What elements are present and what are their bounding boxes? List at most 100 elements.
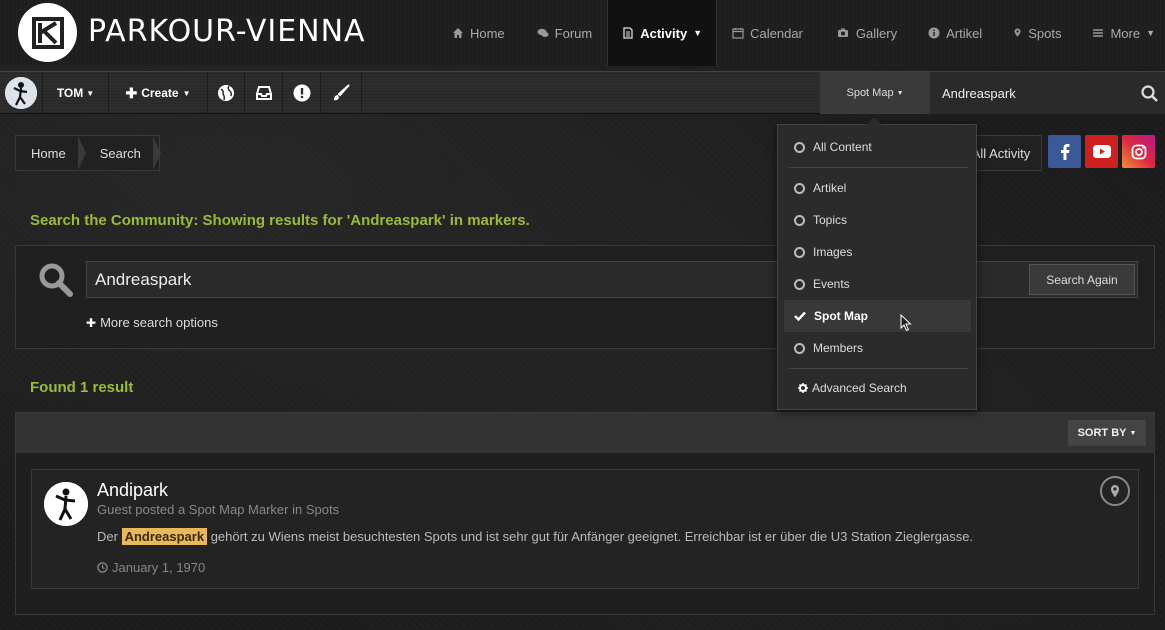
nav-more[interactable]: More ▼ bbox=[1079, 0, 1165, 66]
nav-activity[interactable]: Activity ▼ bbox=[607, 0, 718, 66]
result-title[interactable]: Andipark bbox=[97, 480, 168, 501]
inbox-icon bbox=[255, 86, 272, 100]
scope-option-label: Members bbox=[813, 341, 864, 355]
result-snippet: Der Andreaspark gehört zu Wiens meist be… bbox=[97, 528, 974, 545]
parkour-figure-icon bbox=[5, 77, 37, 109]
sort-by-button[interactable]: SORT BY ▼ bbox=[1068, 420, 1146, 446]
instagram-icon bbox=[1131, 144, 1146, 159]
user-avatar-button[interactable] bbox=[0, 72, 43, 114]
nav-spots-label: Spots bbox=[1028, 25, 1062, 41]
nav-forum-label: Forum bbox=[554, 25, 593, 41]
parkour-figure-icon bbox=[44, 482, 88, 526]
scope-option-spot-map[interactable]: Spot Map bbox=[784, 300, 971, 332]
theme-button[interactable] bbox=[321, 72, 362, 114]
avatar[interactable] bbox=[44, 482, 88, 526]
radio-icon bbox=[794, 342, 805, 354]
breadcrumb-home[interactable]: Home bbox=[16, 136, 86, 170]
result-date: January 1, 1970 bbox=[97, 560, 205, 575]
results-count: Found 1 result bbox=[30, 379, 134, 396]
nav-activity-label: Activity bbox=[640, 25, 688, 41]
more-search-options-label: More search options bbox=[100, 315, 218, 330]
nav-gallery-label: Gallery bbox=[855, 25, 898, 41]
clock-icon bbox=[97, 562, 108, 573]
search-again-button[interactable]: Search Again bbox=[1029, 264, 1135, 295]
home-icon bbox=[452, 28, 463, 38]
nav-gallery[interactable]: Gallery bbox=[823, 0, 915, 66]
results-panel: SORT BY ▼ Andipark Guest posted a Spot M… bbox=[15, 412, 1155, 615]
scope-option-members[interactable]: Members bbox=[784, 333, 971, 363]
snippet-after: gehört zu Wiens meist besuchtesten Spots… bbox=[210, 529, 974, 544]
globe-icon bbox=[218, 85, 234, 101]
create-menu[interactable]: ✚ Create ▼ bbox=[109, 72, 208, 114]
scope-option-artikel[interactable]: Artikel bbox=[784, 173, 971, 203]
main-nav: Home Forum Activity ▼ Calendar Gallery A… bbox=[439, 0, 1165, 66]
caret-down-icon: ▼ bbox=[1129, 429, 1137, 437]
page-title: Search the Community: Showing results fo… bbox=[30, 212, 530, 229]
caret-down-icon: ▼ bbox=[86, 88, 95, 98]
breadcrumb: Home Search bbox=[15, 135, 162, 171]
nav-calendar[interactable]: Calendar bbox=[717, 0, 823, 66]
divider bbox=[788, 167, 968, 168]
nav-artikel[interactable]: Artikel bbox=[915, 0, 1000, 66]
mouse-cursor-icon bbox=[900, 314, 912, 332]
camera-icon bbox=[837, 28, 848, 37]
plus-icon: ✚ bbox=[125, 84, 138, 101]
notifications-button[interactable] bbox=[283, 72, 321, 114]
check-icon bbox=[794, 311, 806, 321]
facebook-icon bbox=[1060, 143, 1069, 160]
nav-more-label: More bbox=[1110, 25, 1141, 41]
scope-option-images[interactable]: Images bbox=[784, 237, 971, 267]
caret-down-icon: ▼ bbox=[182, 88, 191, 98]
map-marker-button[interactable] bbox=[1100, 476, 1130, 506]
instagram-button[interactable] bbox=[1122, 135, 1155, 168]
nav-artikel-label: Artikel bbox=[946, 25, 983, 41]
browse-button[interactable] bbox=[208, 72, 245, 114]
nav-home[interactable]: Home bbox=[439, 0, 524, 66]
site-logo[interactable] bbox=[18, 3, 77, 62]
snippet-before: Der bbox=[97, 529, 118, 544]
search-input[interactable] bbox=[930, 72, 1165, 114]
scope-option-all-content[interactable]: All Content bbox=[784, 132, 971, 162]
youtube-button[interactable] bbox=[1085, 135, 1118, 168]
caret-down-icon: ▼ bbox=[896, 89, 904, 97]
search-query-input[interactable] bbox=[86, 261, 1138, 298]
comments-icon bbox=[537, 28, 549, 37]
calendar-icon bbox=[732, 28, 744, 39]
facebook-button[interactable] bbox=[1048, 135, 1081, 168]
radio-icon bbox=[794, 278, 805, 290]
search-scope-selector[interactable]: Spot Map ▼ bbox=[820, 72, 930, 114]
user-menu[interactable]: TOM ▼ bbox=[43, 72, 109, 114]
info-icon bbox=[928, 27, 940, 39]
bars-icon bbox=[1093, 29, 1104, 37]
nav-spots[interactable]: Spots bbox=[1000, 0, 1079, 66]
site-header: PARKOUR-VIENNA Home Forum Activity ▼ Cal… bbox=[0, 0, 1165, 66]
site-title[interactable]: PARKOUR-VIENNA bbox=[88, 14, 366, 49]
more-search-options-link[interactable]: ✚ More search options bbox=[86, 315, 218, 330]
radio-icon bbox=[794, 246, 805, 258]
create-label: Create bbox=[141, 86, 179, 100]
scope-option-topics[interactable]: Topics bbox=[784, 205, 971, 235]
radio-icon bbox=[794, 182, 805, 194]
list-item: Andipark Guest posted a Spot Map Marker … bbox=[31, 469, 1139, 589]
advanced-search-link[interactable]: Advanced Search bbox=[784, 373, 971, 403]
scope-option-label: Topics bbox=[813, 213, 848, 227]
divider bbox=[788, 368, 968, 369]
breadcrumb-search[interactable]: Search bbox=[84, 136, 162, 170]
inbox-button[interactable] bbox=[245, 72, 283, 114]
nav-forum[interactable]: Forum bbox=[524, 0, 608, 66]
result-meta: Guest posted a Spot Map Marker in Spots bbox=[97, 502, 340, 517]
scope-option-label: Images bbox=[813, 245, 853, 259]
search-scope-dropdown: All Content Artikel Topics Images Events… bbox=[777, 117, 977, 410]
username: TOM bbox=[56, 86, 84, 100]
scope-option-label: All Content bbox=[813, 140, 872, 154]
radio-icon bbox=[794, 214, 805, 226]
search-icon[interactable] bbox=[1140, 84, 1160, 104]
avatar bbox=[5, 77, 37, 109]
logo-icon bbox=[31, 16, 64, 49]
user-bar: TOM ▼ ✚ Create ▼ Spot Map ▼ bbox=[0, 71, 1165, 114]
scope-option-label: Spot Map bbox=[814, 309, 868, 323]
search-icon bbox=[39, 263, 73, 297]
map-marker-icon bbox=[1014, 28, 1021, 37]
scope-option-events[interactable]: Events bbox=[784, 269, 971, 299]
nav-home-label: Home bbox=[469, 25, 505, 41]
